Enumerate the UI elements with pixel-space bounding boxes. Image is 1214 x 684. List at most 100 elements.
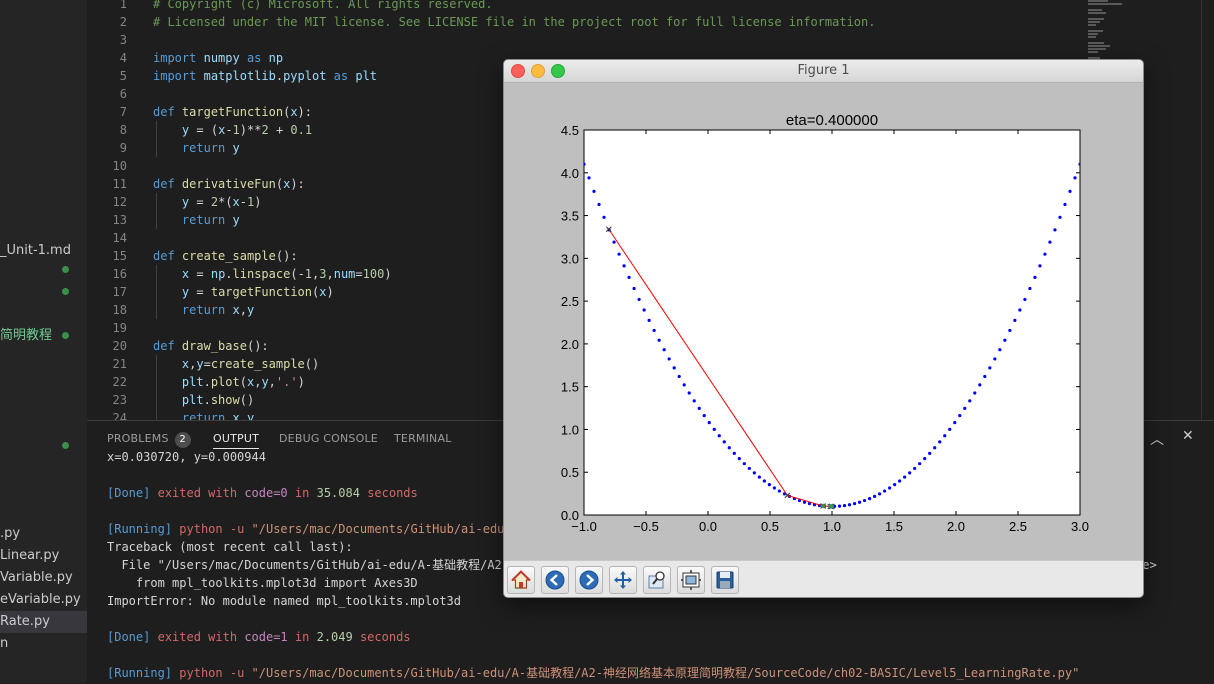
output-line: Traceback (most recent call last): [107, 540, 353, 554]
y-tick-label: 3.5 [561, 209, 579, 224]
window-titlebar[interactable]: Figure 1 [504, 60, 1143, 83]
home-icon[interactable] [507, 566, 535, 594]
curve-point [963, 406, 967, 410]
curve-point [677, 374, 681, 379]
curve-point [1068, 189, 1072, 193]
curve-point [747, 466, 751, 471]
curve-point [592, 189, 596, 193]
back-icon[interactable] [541, 566, 569, 594]
code-text: x,y=create_sample() [181, 357, 320, 371]
curve-point [857, 500, 862, 504]
sidebar-file-item[interactable]: Linear.py [0, 545, 59, 567]
minimap-line [1088, 36, 1096, 38]
code-text: return x,y [181, 303, 255, 317]
curve-point [1038, 264, 1042, 268]
git-status-dot [62, 332, 69, 339]
line-number: 22 [112, 375, 127, 389]
curve-point [637, 297, 641, 302]
curve-point [1048, 240, 1052, 244]
code-text: return x,y [181, 411, 255, 420]
line-number: 15 [112, 249, 127, 263]
curve-point [767, 483, 771, 487]
curve-point [647, 318, 651, 322]
minimap-line [1088, 51, 1098, 53]
sidebar-file-item[interactable]: n [0, 633, 8, 655]
x-tick-label: 2.5 [1009, 519, 1027, 534]
minimap-line [1088, 24, 1096, 26]
line-number: 4 [119, 51, 127, 65]
sidebar-file-item[interactable]: Variable.py [0, 567, 73, 589]
line-number: 16 [112, 267, 127, 281]
curve-point [657, 338, 661, 342]
output-line: [Done] exited with code=0 in 35.084 seco… [107, 486, 418, 500]
code-text: # Copyright (c) Microsoft. All rights re… [153, 0, 493, 11]
code-text: plt.plot(x,y,'.') [181, 375, 305, 389]
figure-window[interactable]: Figure 1 eta=0.400000 −1.0 −0.5 0.0 0.5 1.0 1.… [503, 59, 1144, 598]
code-line: 3 [87, 31, 1087, 49]
tab-problems[interactable]: PROBLEMS 2 [107, 432, 191, 448]
curve-point [1018, 308, 1022, 312]
close-icon[interactable]: ✕ [1182, 428, 1194, 444]
curve-point [697, 406, 701, 410]
line-number: 10 [112, 159, 127, 173]
window-title: Figure 1 [797, 63, 850, 78]
sidebar-file-item[interactable]: _Unit-1.md [0, 240, 71, 262]
curve-point [772, 486, 776, 490]
curve-point [722, 440, 726, 444]
tab-output[interactable]: OUTPUT [213, 432, 260, 449]
code-text: x = np.linspace(-1,3,num=100) [181, 267, 392, 281]
curve-point [1058, 215, 1062, 219]
subplots-icon[interactable] [677, 566, 705, 594]
curve-point [707, 421, 711, 425]
sidebar-file-item[interactable]: 简明教程 [0, 325, 52, 347]
chevron-up-icon[interactable]: ︿ [1150, 429, 1164, 449]
axes-frame [583, 129, 1081, 516]
curve-point [1053, 228, 1057, 232]
curve-point [702, 414, 706, 418]
y-tick-label: 0.5 [561, 465, 579, 480]
curve-point [587, 176, 591, 180]
curve-point [1028, 286, 1032, 291]
curve-point [752, 471, 756, 475]
minimap-line [1088, 9, 1102, 11]
curve-point [968, 399, 972, 403]
curve-point [1008, 328, 1012, 333]
minimap-line [1088, 3, 1122, 5]
code-line: 1 # Copyright (c) Microsoft. All rights r… [87, 0, 1087, 13]
minimum-marker [820, 503, 826, 509]
line-number: 6 [119, 87, 127, 101]
minimap[interactable] [1088, 0, 1124, 71]
x-tick-label: 1.5 [885, 519, 903, 534]
curve-point [842, 503, 847, 508]
curve-point [908, 471, 912, 475]
curve-point [742, 462, 746, 466]
plot-canvas[interactable]: eta=0.400000−1.0 −0.5 0.0 0.5 1.0 1.5 2.0 2.5 3.… [504, 83, 1143, 560]
sidebar-file-item[interactable]: Rate.py [0, 611, 87, 633]
tab-debug-console[interactable]: DEBUG CONSOLE [279, 432, 378, 445]
code-text: y = 2*(x-1) [181, 195, 262, 209]
pan-icon[interactable] [609, 566, 637, 594]
zoom-icon[interactable] [643, 566, 671, 594]
curve-point [913, 466, 917, 471]
curve-point [602, 215, 606, 219]
x-tick-label: 0.0 [699, 519, 717, 534]
tab-terminal[interactable]: TERMINAL [394, 432, 452, 445]
save-icon[interactable] [711, 566, 739, 594]
forward-icon[interactable] [575, 566, 603, 594]
curve-point [1023, 297, 1027, 302]
curve-point [617, 252, 621, 256]
code-text: def targetFunction(x): [153, 105, 313, 119]
sidebar-file-item[interactable]: .py [0, 523, 20, 545]
code-text: # Licensed under the MIT license. See LI… [153, 15, 876, 29]
minimap-line [1088, 18, 1104, 20]
curve-point [667, 357, 671, 361]
curve-point [737, 457, 741, 461]
figure-toolbar [504, 560, 1143, 597]
code-text: import matplotlib.pyplot as plt [153, 69, 378, 83]
curve-point [928, 451, 932, 455]
sidebar-file-item[interactable]: eVariable.py [0, 589, 81, 611]
curve-point [988, 366, 992, 370]
curve-point [1003, 338, 1007, 342]
curve-point [727, 446, 731, 450]
editor-scrollbar[interactable] [1201, 0, 1202, 420]
